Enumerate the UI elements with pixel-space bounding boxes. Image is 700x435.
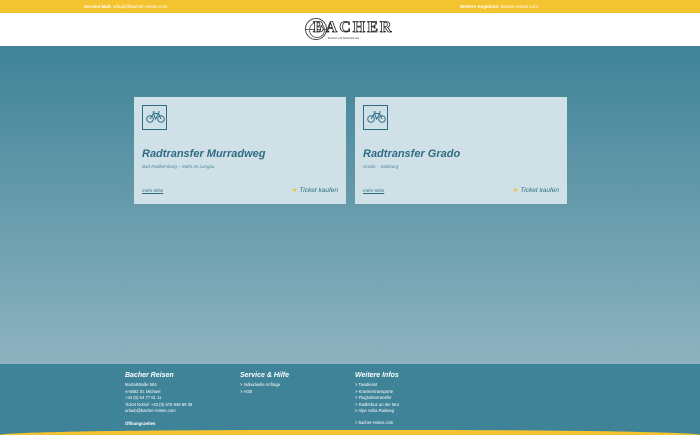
buy-ticket-button[interactable]: ★ Ticket kaufen (292, 186, 338, 194)
star-icon: ★ (291, 187, 298, 194)
card-title: Radtransfer Murradweg (142, 148, 266, 160)
footer-link-agb[interactable]: > AGB (240, 389, 289, 396)
bicycle-icon (363, 105, 388, 130)
logo-name: BACHER (313, 19, 394, 37)
card-title: Radtransfer Grado (363, 148, 461, 160)
logo[interactable]: BACHER ... Komfort und Sicherheit seit .… (305, 18, 397, 42)
footer: Bacher Reisen Murtalstraße 584 A-5582 St… (0, 364, 700, 435)
transfer-card-grado[interactable]: Radtransfer Grado Grado – Salzburg mehr … (355, 97, 567, 204)
footer-link-site[interactable]: > bacher-reisen.com (355, 420, 399, 427)
footer-service-heading: Service & Hilfe (240, 372, 290, 379)
buy-ticket-label: Ticket kaufen (520, 187, 559, 194)
service-mail[interactable]: Service-Mail: urlaub@bacher-reisen.com (84, 4, 167, 9)
footer-company: Bacher Reisen Murtalstraße 584 A-5582 St… (125, 372, 192, 426)
card-route: Bad Radkersburg – Muhr im Lungau (142, 164, 215, 169)
more-offers-link[interactable]: bacher-reisen.com (501, 4, 538, 9)
main-content: Radtransfer Murradweg Bad Radkersburg – … (0, 46, 700, 364)
service-mail-label: Service-Mail: (84, 4, 112, 9)
buy-ticket-label: Ticket kaufen (299, 187, 338, 194)
bicycle-icon (142, 105, 167, 130)
more-info-link[interactable]: mehr Infos (142, 188, 163, 193)
buy-ticket-button[interactable]: ★ Ticket kaufen (513, 186, 559, 194)
transfer-card-murradweg[interactable]: Radtransfer Murradweg Bad Radkersburg – … (134, 97, 346, 204)
footer-more: Weitere Infos > Taxidienst > Krankentran… (355, 372, 399, 426)
footer-accent-bar (0, 430, 700, 435)
service-mail-link[interactable]: urlaub@bacher-reisen.com (113, 4, 167, 9)
logo-tagline: ... Komfort und Sicherheit seit ... (325, 37, 362, 40)
footer-more-heading: Weitere Infos (355, 372, 399, 379)
footer-service: Service & Hilfe > Individuelle Anfrage >… (240, 372, 289, 395)
star-icon: ★ (512, 187, 519, 194)
footer-opening-hours: Öffnungszeiten (125, 420, 156, 426)
card-route: Grado – Salzburg (363, 164, 399, 169)
top-bar: Service-Mail: urlaub@bacher-reisen.com W… (0, 0, 700, 13)
header: BACHER ... Komfort und Sicherheit seit .… (0, 13, 700, 46)
footer-email[interactable]: urlaub@bacher-reisen.com (125, 408, 192, 415)
more-offers[interactable]: Weitere Angebote: bacher-reisen.com (460, 4, 538, 9)
more-info-link[interactable]: mehr Infos (363, 188, 384, 193)
more-offers-label: Weitere Angebote: (460, 4, 500, 9)
footer-link-alpe-adria[interactable]: > Alpe Adria Radweg (355, 408, 399, 415)
footer-company-heading: Bacher Reisen (125, 372, 174, 379)
